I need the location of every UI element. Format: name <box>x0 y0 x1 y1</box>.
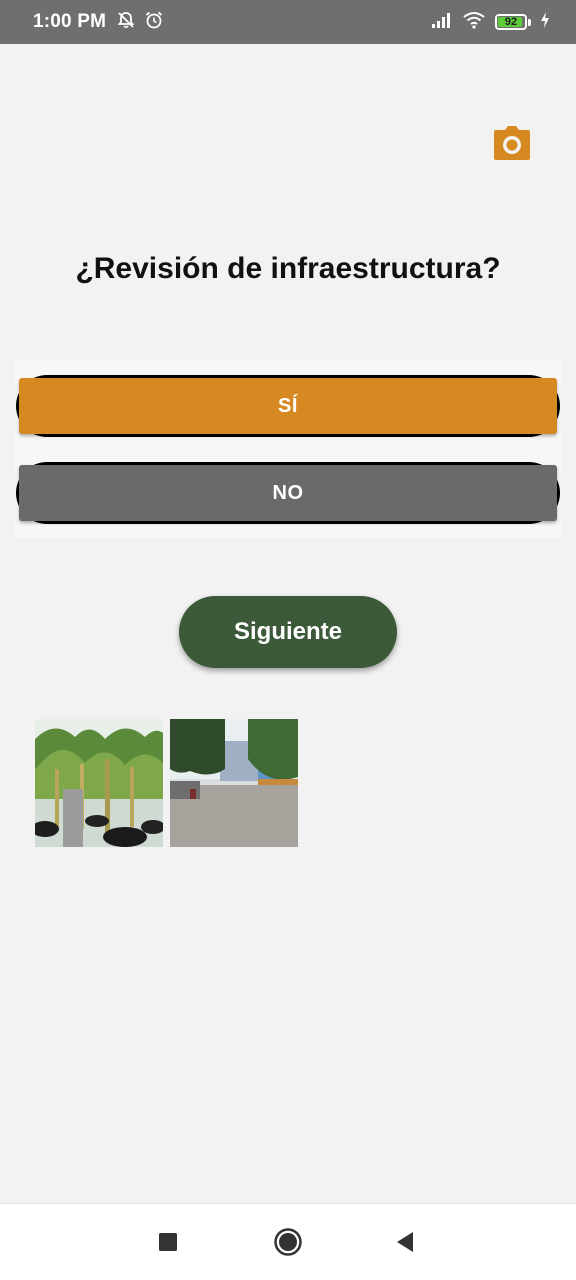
home-icon <box>274 1228 302 1256</box>
battery-icon: 92 <box>495 14 531 30</box>
next-button[interactable]: Siguiente <box>179 596 397 668</box>
back-icon <box>397 1232 413 1252</box>
wifi-icon <box>462 11 486 34</box>
signal-icon <box>431 12 453 33</box>
question-title: ¿Revisión de infraestructura? <box>75 252 501 285</box>
alarm-icon <box>144 10 164 35</box>
battery-body: 92 <box>495 14 527 30</box>
battery-level: 92 <box>504 16 518 28</box>
no-button[interactable]: NO <box>19 465 557 521</box>
battery-tip <box>528 18 531 26</box>
greenhouse-photo <box>35 719 163 847</box>
status-time: 1:00 PM <box>33 11 107 32</box>
photo-thumbnail-courtyard[interactable] <box>170 719 298 847</box>
recent-apps-button[interactable] <box>153 1227 183 1257</box>
status-left-icons <box>116 10 164 35</box>
navigation-bar <box>0 1203 576 1280</box>
charging-icon <box>540 11 550 33</box>
home-button[interactable] <box>273 1227 303 1257</box>
courtyard-photo <box>170 719 298 847</box>
notifications-off-icon <box>116 10 136 35</box>
camera-icon <box>494 126 530 160</box>
status-bar: 1:00 PM 92 <box>0 0 576 44</box>
status-right-icons: 92 <box>431 11 550 34</box>
camera-button[interactable] <box>492 126 532 162</box>
yes-button[interactable]: SÍ <box>19 378 557 434</box>
back-button[interactable] <box>390 1227 420 1257</box>
recent-apps-icon <box>159 1233 177 1251</box>
photo-thumbnail-greenhouse[interactable] <box>35 719 163 847</box>
